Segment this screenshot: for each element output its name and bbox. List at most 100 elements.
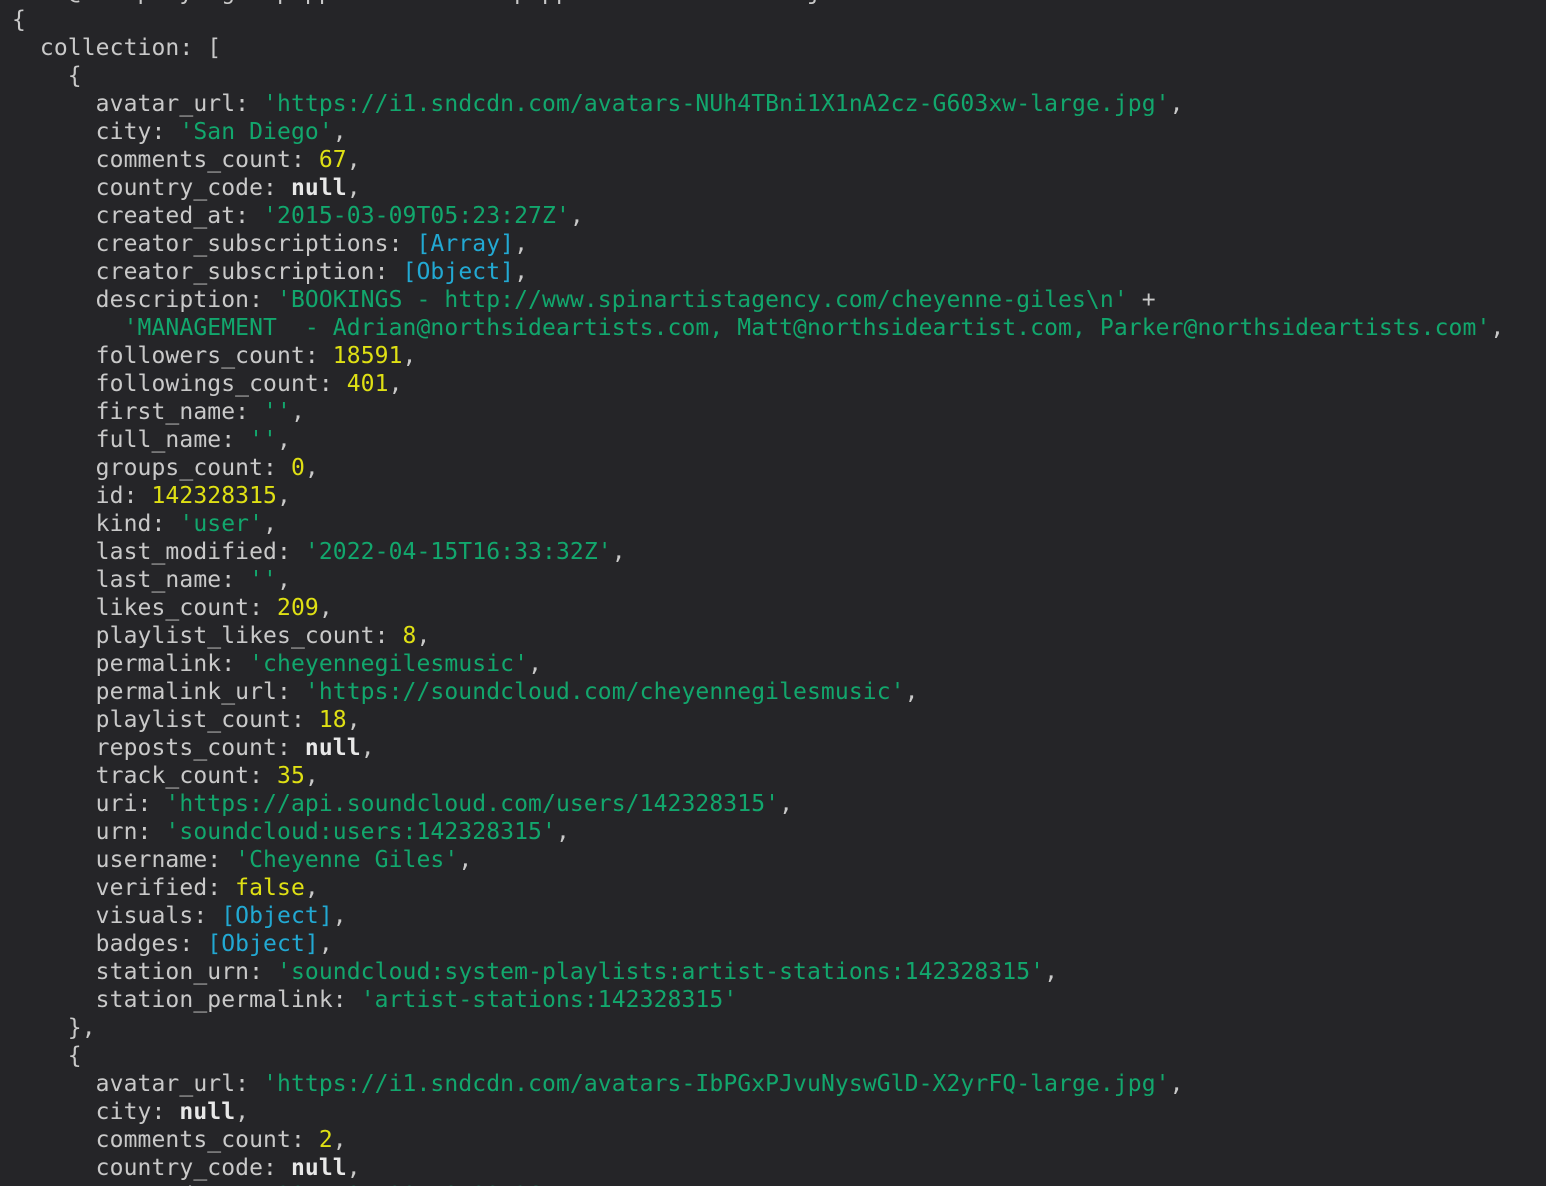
console-line: comments_count: 67,: [12, 146, 1504, 174]
token-obj: [Object]: [403, 259, 515, 285]
console-line: 'MANAGEMENT - Adrian@northsideartists.co…: [12, 314, 1504, 342]
token-num: false: [235, 875, 305, 901]
token-plain: creator_subscription:: [12, 259, 403, 285]
console-line: playlist_likes_count: 8,: [12, 622, 1504, 650]
console-line: followings_count: 401,: [12, 370, 1504, 398]
token-plain: country_code:: [12, 1155, 291, 1181]
token-plain: ,: [514, 231, 528, 257]
token-plain: ,: [305, 455, 319, 481]
token-plain: ,: [333, 119, 347, 145]
token-str: 'BOOKINGS - http://www.spinartistagency.…: [277, 287, 1128, 313]
token-num: 142328315: [151, 483, 277, 509]
token-str: '': [249, 427, 277, 453]
token-plain: ,: [333, 903, 347, 929]
token-plain: playlist_likes_count:: [12, 623, 403, 649]
token-str: 'https://api.soundcloud.com/users/142328…: [165, 791, 779, 817]
console-line: uri: 'https://api.soundcloud.com/users/1…: [12, 790, 1504, 818]
console-line: id: 142328315,: [12, 482, 1504, 510]
console-line: description: 'BOOKINGS - http://www.spin…: [12, 286, 1504, 314]
token-str: '2022-04-15T16:33:32Z': [305, 539, 612, 565]
token-plain: visuals:: [12, 903, 221, 929]
token-str: '2015-03-09T05:23:27Z': [263, 203, 570, 229]
token-obj: [Array]: [416, 231, 514, 257]
token-str: 'Cheyenne Giles': [235, 847, 458, 873]
token-plain: ,: [1044, 959, 1058, 985]
console-line: urn: 'soundcloud:users:142328315',: [12, 818, 1504, 846]
token-plain: ,: [291, 399, 305, 425]
token-plain: username:: [12, 847, 235, 873]
console-line: badges: [Object],: [12, 930, 1504, 958]
token-plain: ,: [1170, 1071, 1184, 1097]
token-plain: uri:: [12, 791, 165, 817]
console-line: {: [12, 62, 1504, 90]
console-line: kind: 'user',: [12, 510, 1504, 538]
token-plain: urn:: [12, 819, 165, 845]
token-plain: last_name:: [12, 567, 249, 593]
token-num: 8: [403, 623, 417, 649]
token-plain: station_urn:: [12, 959, 277, 985]
console-line: verified: false,: [12, 874, 1504, 902]
console-line: groups_count: 0,: [12, 454, 1504, 482]
token-plain: ,: [570, 203, 584, 229]
token-plain: badges:: [12, 931, 207, 957]
token-num: 18591: [333, 343, 403, 369]
terminal-window[interactable]: user@Mac playing-w-puppeteer % node pupp…: [0, 0, 1546, 1186]
token-plain: comments_count:: [12, 1127, 319, 1153]
token-plain: avatar_url:: [12, 1071, 263, 1097]
console-line: },: [12, 1014, 1504, 1042]
token-plain: id:: [12, 483, 151, 509]
token-plain: comments_count:: [12, 147, 319, 173]
token-plain: last_modified:: [12, 539, 305, 565]
token-plain: {: [12, 1043, 82, 1069]
console-line: reposts_count: null,: [12, 734, 1504, 762]
console-line: visuals: [Object],: [12, 902, 1504, 930]
token-plain: first_name:: [12, 399, 263, 425]
token-plain: ,: [361, 735, 375, 761]
token-plain: ,: [1170, 91, 1184, 117]
token-str: '': [249, 567, 277, 593]
token-str: 'https://soundcloud.com/cheyennegilesmus…: [305, 679, 905, 705]
console-line: station_urn: 'soundcloud:system-playlist…: [12, 958, 1504, 986]
token-str: 'soundcloud:system-playlists:artist-stat…: [277, 959, 1044, 985]
token-plain: ,: [347, 1155, 361, 1181]
console-line: permalink_url: 'https://soundcloud.com/c…: [12, 678, 1504, 706]
token-num: 401: [347, 371, 389, 397]
console-line: likes_count: 209,: [12, 594, 1504, 622]
token-plain: collection: [: [12, 35, 221, 61]
token-str: 'cheyennegilesmusic': [249, 651, 528, 677]
token-plain: ,: [235, 1099, 249, 1125]
console-line: created_at: '2015-05-20T19:33:26Z',: [12, 1182, 1504, 1186]
token-plain: ,: [305, 875, 319, 901]
console-line: playlist_count: 18,: [12, 706, 1504, 734]
console-line: followers_count: 18591,: [12, 342, 1504, 370]
token-plain: creator_subscriptions:: [12, 231, 416, 257]
console-line: avatar_url: 'https://i1.sndcdn.com/avata…: [12, 1070, 1504, 1098]
token-plain: permalink_url:: [12, 679, 305, 705]
token-plain: ,: [779, 791, 793, 817]
token-plain: ,: [347, 175, 361, 201]
token-plain: groups_count:: [12, 455, 291, 481]
token-plain: city:: [12, 1099, 179, 1125]
token-plain: ,: [1490, 315, 1504, 341]
token-plain: description:: [12, 287, 277, 313]
token-num: 35: [277, 763, 305, 789]
token-plain: ,: [905, 679, 919, 705]
console-line: comments_count: 2,: [12, 1126, 1504, 1154]
console-line: collection: [: [12, 34, 1504, 62]
console-line: creator_subscription: [Object],: [12, 258, 1504, 286]
token-plain: ,: [416, 623, 430, 649]
token-plain: ,: [403, 343, 417, 369]
token-plain: ,: [612, 539, 626, 565]
terminal-output: user@Mac playing-w-puppeteer % node pupp…: [12, 0, 1504, 1186]
token-plain: {: [12, 7, 26, 33]
token-num: 209: [277, 595, 319, 621]
console-line: station_permalink: 'artist-stations:1423…: [12, 986, 1504, 1014]
token-plain: reposts_count:: [12, 735, 305, 761]
console-line: first_name: '',: [12, 398, 1504, 426]
token-plain: [12, 315, 124, 341]
token-null: null: [291, 175, 347, 201]
token-obj: [Object]: [221, 903, 333, 929]
console-line: creator_subscriptions: [Array],: [12, 230, 1504, 258]
token-str: 'soundcloud:users:142328315': [165, 819, 556, 845]
console-line: city: 'San Diego',: [12, 118, 1504, 146]
